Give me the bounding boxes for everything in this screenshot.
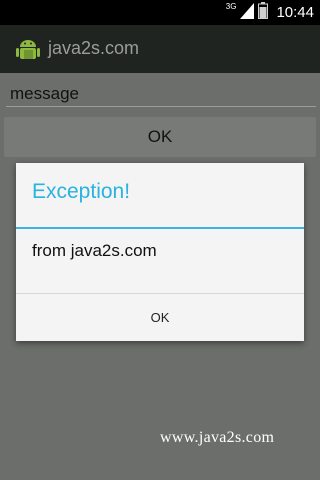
dialog-message: from java2s.com: [32, 241, 157, 260]
dialog-title: Exception!: [32, 180, 131, 203]
message-input[interactable]: message: [6, 81, 316, 107]
status-bar: 3G 10:44: [0, 0, 320, 25]
signal-icon: [240, 2, 255, 23]
network-type-label: 3G: [225, 2, 237, 11]
exception-dialog: Exception! from java2s.com OK: [16, 163, 304, 341]
watermark: www.java2s.com: [160, 429, 275, 446]
battery-icon: [258, 2, 269, 23]
app-screen: java2s.com message OK Exception! from ja…: [0, 25, 320, 480]
dialog-title-divider: [16, 227, 304, 229]
ok-button[interactable]: OK: [4, 117, 316, 157]
dialog-ok-button[interactable]: OK: [16, 294, 304, 341]
android-app-icon[interactable]: [14, 35, 42, 63]
status-time: 10:44: [276, 4, 314, 21]
app-title: java2s.com: [48, 38, 140, 58]
status-icons: 3G 10:44: [225, 2, 314, 23]
action-bar: java2s.com: [0, 25, 320, 73]
